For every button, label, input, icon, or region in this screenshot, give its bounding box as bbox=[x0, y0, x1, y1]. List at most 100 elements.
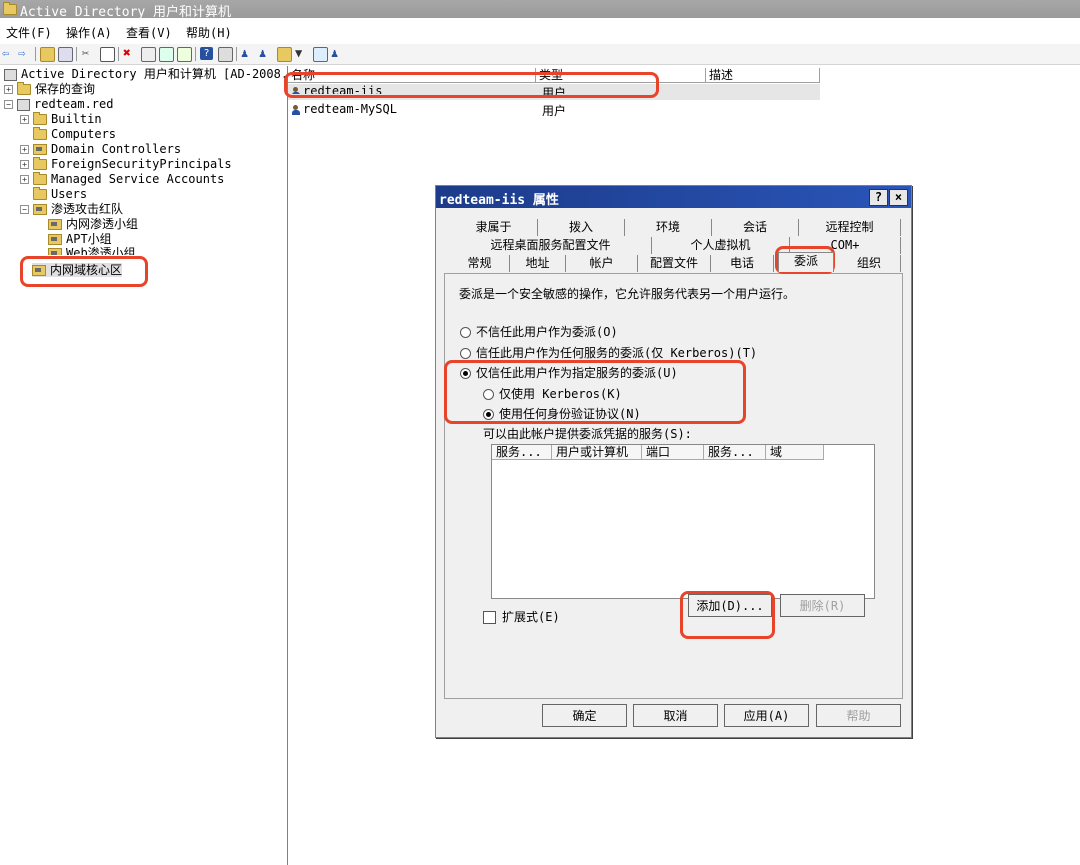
tree-label: Users bbox=[51, 187, 88, 201]
expand-icon[interactable]: + bbox=[20, 160, 29, 169]
expand-icon[interactable]: + bbox=[20, 175, 29, 184]
copy-icon[interactable] bbox=[100, 47, 115, 62]
row-type: 用户 bbox=[542, 104, 567, 118]
tree-item-intranet-group[interactable]: 内网渗透小组 bbox=[48, 217, 138, 231]
cancel-button[interactable]: 取消 bbox=[633, 704, 718, 727]
tab-rds-profile[interactable]: 远程桌面服务配置文件 bbox=[450, 237, 652, 254]
tab-personal-vm[interactable]: 个人虚拟机 bbox=[652, 237, 790, 254]
tab-address[interactable]: 地址 bbox=[510, 255, 566, 272]
highlight-selected-user bbox=[284, 72, 659, 98]
tree-label: ForeignSecurityPrincipals bbox=[51, 157, 232, 171]
tab-dial-in[interactable]: 拨入 bbox=[538, 219, 625, 236]
new-user-icon[interactable]: ♟ bbox=[241, 47, 254, 60]
radio-no-trust[interactable]: 不信任此用户作为委派(O) bbox=[460, 323, 618, 340]
radio-icon[interactable] bbox=[460, 327, 471, 338]
menu-view[interactable]: 查看(V) bbox=[126, 24, 172, 41]
back-arrow-icon[interactable]: ⇦ bbox=[2, 47, 15, 60]
tree-label: 渗透攻击红队 bbox=[51, 202, 124, 216]
toolbar-separator bbox=[195, 47, 196, 61]
tree-item-domain-controllers[interactable]: + Domain Controllers bbox=[20, 142, 181, 156]
toolbar-separator bbox=[35, 47, 36, 61]
menu-file[interactable]: 文件(F) bbox=[6, 24, 52, 41]
menu-action[interactable]: 操作(A) bbox=[66, 24, 112, 41]
cut-icon[interactable]: ✂ bbox=[82, 47, 95, 60]
tree-item-apt-group[interactable]: APT小组 bbox=[48, 232, 112, 246]
remove-button[interactable]: 删除(R) bbox=[780, 594, 865, 617]
tree-label: redteam.red bbox=[34, 97, 114, 111]
tree-item-fsp[interactable]: + ForeignSecurityPrincipals bbox=[20, 157, 232, 171]
tab-member-of[interactable]: 隶属于 bbox=[450, 219, 538, 236]
up-folder-icon[interactable] bbox=[40, 47, 55, 62]
tab-sessions[interactable]: 会话 bbox=[712, 219, 799, 236]
tab-general[interactable]: 常规 bbox=[450, 255, 510, 272]
help-button[interactable]: ? bbox=[869, 189, 888, 206]
expanded-checkbox[interactable]: 扩展式(E) bbox=[483, 608, 560, 625]
tree-root-label: Active Directory 用户和计算机 [AD-2008. bbox=[21, 67, 289, 81]
new-ou-icon[interactable] bbox=[277, 47, 292, 62]
services-header-service-name[interactable]: 服务... bbox=[704, 445, 766, 460]
checkbox-icon[interactable] bbox=[483, 611, 496, 624]
ou-icon bbox=[48, 219, 62, 230]
services-header-service[interactable]: 服务... bbox=[492, 445, 552, 460]
tab-remote-control[interactable]: 远程控制 bbox=[799, 219, 901, 236]
tab-environment[interactable]: 环境 bbox=[625, 219, 712, 236]
tree-item-web-group[interactable]: Web渗透小组 bbox=[48, 246, 136, 255]
tree-item-builtin[interactable]: + Builtin bbox=[20, 112, 102, 126]
column-header-description[interactable]: 描述 bbox=[706, 68, 820, 83]
close-button[interactable]: × bbox=[889, 189, 908, 206]
folder-icon bbox=[33, 172, 47, 185]
export-icon[interactable] bbox=[177, 47, 192, 62]
tree-item-saved-queries[interactable]: + 保存的查询 bbox=[4, 82, 95, 96]
console-root-icon bbox=[4, 68, 17, 81]
add-to-group-icon[interactable]: ♟ bbox=[331, 47, 344, 60]
find-icon[interactable] bbox=[313, 47, 328, 62]
console-icon[interactable] bbox=[218, 47, 233, 62]
tree-root[interactable]: Active Directory 用户和计算机 [AD-2008. bbox=[4, 67, 288, 81]
expand-icon[interactable]: + bbox=[20, 115, 29, 124]
radio-icon[interactable] bbox=[460, 348, 471, 359]
services-header-user-computer[interactable]: 用户或计算机 bbox=[552, 445, 642, 460]
delegation-description: 委派是一个安全敏感的操作，它允许服务代表另一个用户运行。 bbox=[459, 287, 796, 301]
forward-arrow-icon[interactable]: ⇨ bbox=[18, 47, 31, 60]
tree-item-domain[interactable]: − redteam.red bbox=[4, 97, 113, 111]
help-bottom-button[interactable]: 帮助 bbox=[816, 704, 901, 727]
services-header-domain[interactable]: 域 bbox=[766, 445, 824, 460]
tree-item-computers[interactable]: Computers bbox=[20, 127, 116, 141]
window-title: Active Directory 用户和计算机 bbox=[20, 5, 232, 20]
show-tree-icon[interactable] bbox=[58, 47, 73, 62]
tab-telephones[interactable]: 电话 bbox=[711, 255, 774, 272]
services-header-port[interactable]: 端口 bbox=[642, 445, 704, 460]
new-group-icon[interactable]: ♟ bbox=[259, 47, 272, 60]
tab-account[interactable]: 帐户 bbox=[566, 255, 638, 272]
expand-icon[interactable]: + bbox=[20, 145, 29, 154]
properties-icon[interactable] bbox=[141, 47, 156, 62]
radio-trust-any[interactable]: 信任此用户作为任何服务的委派(仅 Kerberos)(T) bbox=[460, 344, 757, 361]
tree-item-red-team[interactable]: − 渗透攻击红队 bbox=[20, 202, 123, 216]
tree-label: Computers bbox=[51, 127, 117, 141]
delete-icon[interactable]: ✖ bbox=[123, 47, 136, 60]
tree-item-msa[interactable]: + Managed Service Accounts bbox=[20, 172, 224, 186]
ok-button[interactable]: 确定 bbox=[542, 704, 627, 727]
properties-dialog: redteam-iis 属性 ? × 隶属于 拨入 环境 会话 远程控制 远程桌… bbox=[435, 185, 912, 738]
toolbar-separator bbox=[76, 47, 77, 61]
apply-button[interactable]: 应用(A) bbox=[724, 704, 809, 727]
folder-icon bbox=[33, 157, 47, 170]
tab-organization[interactable]: 组织 bbox=[838, 255, 901, 272]
collapse-icon[interactable]: − bbox=[4, 100, 13, 109]
ou-icon bbox=[48, 248, 62, 255]
menu-help[interactable]: 帮助(H) bbox=[186, 24, 232, 41]
tree-label: Managed Service Accounts bbox=[51, 172, 225, 186]
highlight-delegation-options bbox=[444, 360, 746, 424]
help-icon[interactable]: ? bbox=[200, 47, 213, 60]
list-row[interactable]: redteam-MySQL bbox=[292, 102, 397, 116]
folder-icon bbox=[33, 127, 47, 140]
refresh-icon[interactable] bbox=[159, 47, 174, 62]
services-list[interactable]: 服务... 用户或计算机 端口 服务... 域 bbox=[491, 444, 875, 599]
tab-profile[interactable]: 配置文件 bbox=[638, 255, 711, 272]
ou-icon bbox=[33, 144, 47, 155]
collapse-icon[interactable]: − bbox=[20, 205, 29, 214]
filter-icon[interactable]: ▼ bbox=[295, 47, 308, 60]
tree-item-users[interactable]: Users bbox=[20, 187, 87, 201]
tab-delegation[interactable]: 委派 bbox=[778, 252, 834, 272]
expand-icon[interactable]: + bbox=[4, 85, 13, 94]
